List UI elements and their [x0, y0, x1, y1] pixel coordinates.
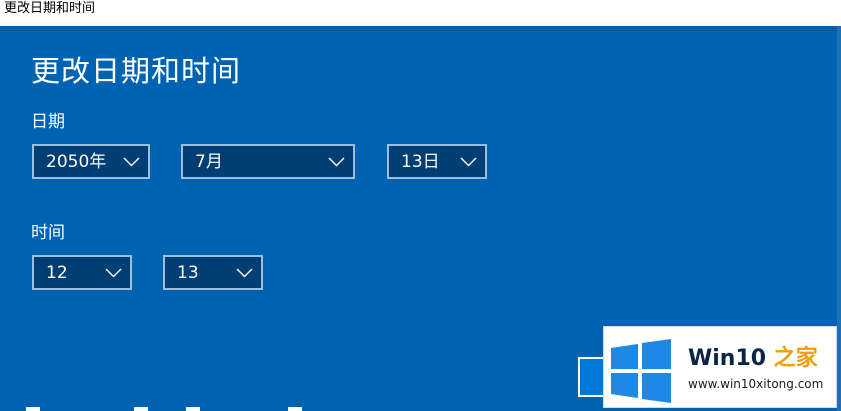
month-dropdown[interactable]: 7月 [181, 144, 355, 179]
dialog-heading: 更改日期和时间 [31, 54, 242, 88]
hour-value: 12 [46, 263, 68, 283]
date-label: 日期 [31, 112, 65, 132]
bottom-scroll-indicator [26, 407, 302, 411]
win10-watermark: Win10 之家 www.win10xitong.com [603, 326, 837, 408]
year-dropdown[interactable]: 2050年 [32, 144, 150, 179]
hour-dropdown[interactable]: 12 [32, 255, 132, 290]
watermark-title-suffix: 之家 [773, 346, 818, 371]
chevron-down-icon [105, 268, 122, 278]
watermark-url: www.win10xitong.com [688, 377, 824, 391]
windows-logo-icon [611, 339, 671, 403]
watermark-title-prefix: Win10 [688, 346, 767, 371]
year-value: 2050年 [46, 152, 107, 172]
watermark-title: Win10 之家 [688, 345, 818, 373]
day-dropdown[interactable]: 13日 [387, 144, 487, 179]
day-value: 13日 [401, 152, 440, 172]
window-titlebar: 更改日期和时间 [0, 0, 841, 26]
chevron-down-icon [460, 157, 477, 167]
minute-dropdown[interactable]: 13 [163, 255, 263, 290]
chevron-down-icon [236, 268, 253, 278]
month-value: 7月 [195, 152, 223, 172]
chevron-down-icon [123, 157, 140, 167]
minute-value: 13 [177, 263, 199, 283]
chevron-down-icon [328, 157, 345, 167]
time-label: 时间 [31, 223, 65, 243]
dialog-edge [837, 26, 841, 411]
window-title: 更改日期和时间 [4, 1, 96, 16]
